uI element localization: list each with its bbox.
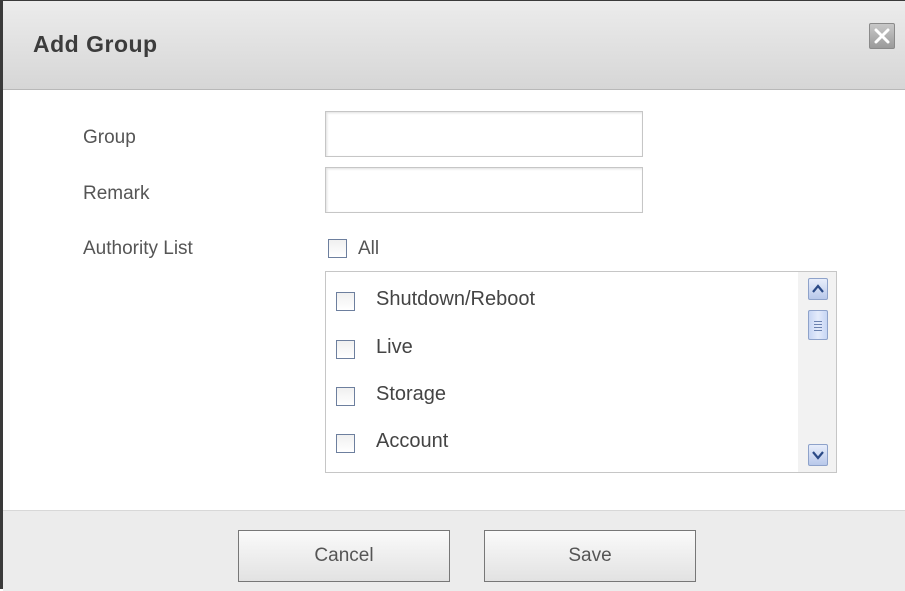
scroll-down-button[interactable] <box>808 444 828 466</box>
chevron-up-icon <box>812 284 824 293</box>
authority-item-label: Account <box>376 430 449 452</box>
group-name-input[interactable] <box>325 111 643 157</box>
group-label: Group <box>83 127 136 148</box>
scroll-thumb[interactable] <box>808 310 828 340</box>
authority-item-account[interactable]: Account <box>326 421 796 461</box>
scroll-up-button[interactable] <box>808 278 828 300</box>
authority-list-scrollbar[interactable] <box>798 272 836 472</box>
authority-checkbox[interactable] <box>336 434 355 453</box>
authority-item-storage[interactable]: Storage <box>326 374 796 414</box>
all-checkbox[interactable] <box>328 239 347 258</box>
close-icon <box>874 28 890 44</box>
authority-list: Shutdown/Reboot Live Storage Account <box>325 271 837 473</box>
authority-checkbox[interactable] <box>336 387 355 406</box>
cancel-button[interactable]: Cancel <box>238 530 450 582</box>
close-button[interactable] <box>869 23 895 49</box>
chevron-down-icon <box>812 451 824 460</box>
save-button[interactable]: Save <box>484 530 696 582</box>
remark-input[interactable] <box>325 167 643 213</box>
authority-item-live[interactable]: Live <box>326 327 796 367</box>
authority-item-shutdown-reboot[interactable]: Shutdown/Reboot <box>326 279 796 319</box>
dialog-titlebar: Add Group <box>3 1 905 90</box>
add-group-dialog: Add Group Group Remark Authority List Al… <box>0 0 905 591</box>
authority-item-label: Storage <box>376 383 447 405</box>
authority-checkbox[interactable] <box>336 292 355 311</box>
dialog-title: Add Group <box>33 31 158 57</box>
remark-label: Remark <box>83 183 150 204</box>
authority-list-label: Authority List <box>83 238 193 259</box>
authority-item-label: Shutdown/Reboot <box>376 288 536 310</box>
authority-checkbox[interactable] <box>336 340 355 359</box>
dialog-footer: Cancel Save <box>3 510 905 591</box>
all-checkbox-label: All <box>358 238 380 259</box>
authority-item-label: Live <box>376 336 413 358</box>
